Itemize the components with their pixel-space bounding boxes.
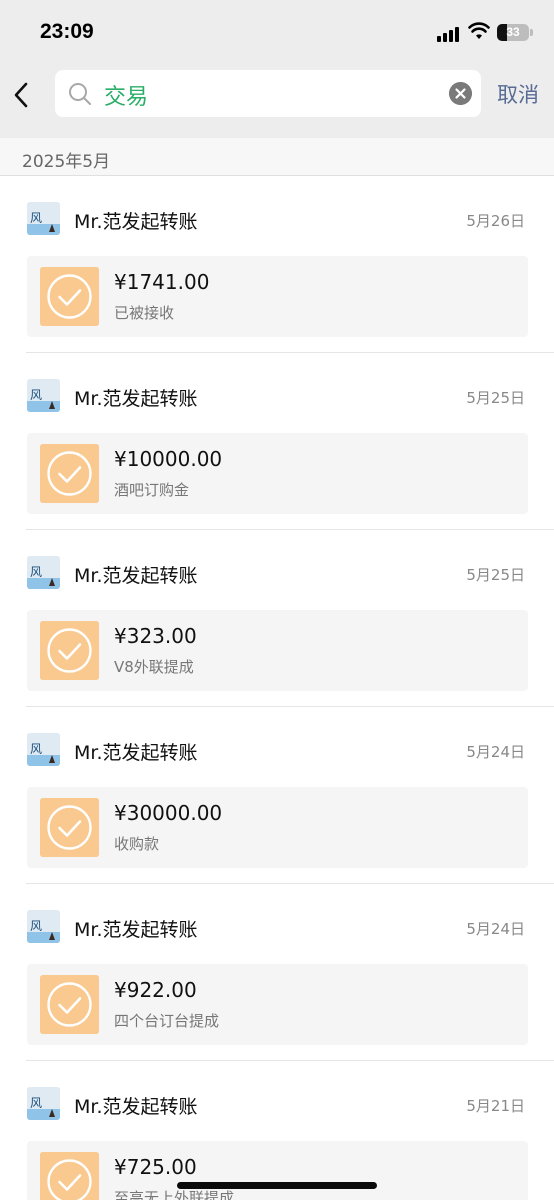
- check-circle-icon: [40, 444, 99, 503]
- cancel-button[interactable]: 取消: [497, 79, 539, 109]
- search-query: 交易: [104, 85, 149, 110]
- transfer-amount: ¥922.00: [114, 978, 197, 1002]
- sender-name: Mr.范发起转账: [74, 565, 198, 587]
- transfer-date: 5月25日: [466, 566, 525, 584]
- check-circle-icon: [40, 267, 99, 326]
- avatar: 风: [27, 379, 60, 412]
- avatar: 风: [27, 733, 60, 766]
- transfer-item[interactable]: 风 Mr.范发起转账 5月25日 ¥10000.00 酒吧订购金: [0, 353, 554, 530]
- avatar: 风: [27, 1087, 60, 1120]
- svg-text:风: 风: [30, 742, 42, 756]
- transfer-card[interactable]: ¥30000.00 收购款: [27, 787, 528, 868]
- status-time: 23:09: [40, 20, 94, 43]
- transfer-card[interactable]: ¥725.00 至高无上外联提成: [27, 1141, 528, 1200]
- transfer-amount: ¥1741.00: [114, 270, 210, 294]
- svg-text:风: 风: [30, 211, 42, 225]
- search-input[interactable]: 交易: [55, 70, 481, 117]
- transfer-item[interactable]: 风 Mr.范发起转账 5月25日 ¥323.00 V8外联提成: [0, 530, 554, 707]
- transfer-note: 酒吧订购金: [114, 481, 190, 499]
- transfer-note: 收购款: [114, 835, 160, 853]
- transfer-amount: ¥323.00: [114, 624, 197, 648]
- transfer-amount: ¥10000.00: [114, 447, 223, 471]
- transfer-card[interactable]: ¥922.00 四个台订台提成: [27, 964, 528, 1045]
- transfer-date: 5月25日: [466, 389, 525, 407]
- transfer-item[interactable]: 风 Mr.范发起转账 5月24日 ¥30000.00 收购款: [0, 707, 554, 884]
- battery-nub: [530, 29, 533, 36]
- transfer-note: 已被接收: [114, 304, 175, 322]
- month-label: 2025年5月: [22, 152, 111, 172]
- back-icon[interactable]: [10, 80, 34, 110]
- clear-icon[interactable]: [449, 82, 472, 105]
- battery-level: 33: [506, 25, 520, 39]
- svg-text:风: 风: [30, 1096, 42, 1110]
- transfer-date: 5月21日: [466, 1097, 525, 1115]
- svg-text:风: 风: [30, 565, 42, 579]
- sender-name: Mr.范发起转账: [74, 211, 198, 233]
- transfer-note: V8外联提成: [114, 658, 194, 676]
- transfer-item[interactable]: 风 Mr.范发起转账 5月24日 ¥922.00 四个台订台提成: [0, 884, 554, 1061]
- sender-name: Mr.范发起转账: [74, 1096, 198, 1118]
- sender-name: Mr.范发起转账: [74, 388, 198, 410]
- search-header: 交易 取消: [0, 62, 554, 138]
- search-icon: [69, 83, 91, 105]
- home-indicator[interactable]: [177, 1182, 377, 1189]
- check-circle-icon: [40, 975, 99, 1034]
- transfer-note: 四个台订台提成: [114, 1012, 220, 1030]
- svg-text:风: 风: [30, 919, 42, 933]
- avatar: 风: [27, 556, 60, 589]
- transfer-date: 5月24日: [466, 743, 525, 761]
- transfer-card[interactable]: ¥10000.00 酒吧订购金: [27, 433, 528, 514]
- sender-name: Mr.范发起转账: [74, 742, 198, 764]
- transfer-date: 5月26日: [466, 212, 525, 230]
- check-circle-icon: [40, 1152, 99, 1200]
- check-circle-icon: [40, 621, 99, 680]
- svg-text:风: 风: [30, 388, 42, 402]
- transfer-item[interactable]: 风 Mr.范发起转账 5月26日 ¥1741.00 已被接收: [0, 176, 554, 353]
- avatar: 风: [27, 910, 60, 943]
- transfer-date: 5月24日: [466, 920, 525, 938]
- wifi-icon: [468, 22, 490, 39]
- month-section-header: 2025年5月: [0, 138, 554, 176]
- check-circle-icon: [40, 798, 99, 857]
- sender-name: Mr.范发起转账: [74, 919, 198, 941]
- transfer-item[interactable]: 风 Mr.范发起转账 5月21日 ¥725.00 至高无上外联提成: [0, 1061, 554, 1200]
- transfer-card[interactable]: ¥323.00 V8外联提成: [27, 610, 528, 691]
- battery-icon: 33: [497, 24, 529, 41]
- avatar: 风: [27, 202, 60, 235]
- transfer-amount: ¥30000.00: [114, 801, 223, 825]
- transfer-card[interactable]: ¥1741.00 已被接收: [27, 256, 528, 337]
- status-bar: 23:09 33: [0, 0, 554, 62]
- cellular-signal-icon: [437, 26, 461, 42]
- transfer-amount: ¥725.00: [114, 1155, 197, 1179]
